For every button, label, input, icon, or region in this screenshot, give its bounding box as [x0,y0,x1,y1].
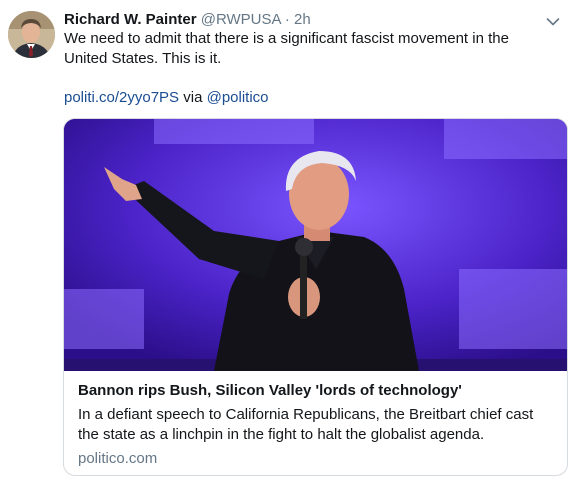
card-description: In a defiant speech to California Republ… [78,406,534,443]
card-domain: politico.com [78,450,158,467]
tweet-header: Richard W. Painter @RWPUSA · 2h [64,10,532,30]
separator-dot: · [284,11,290,28]
tweet-text: We need to admit that there is a signifi… [64,30,509,67]
short-link[interactable]: politi.co/2yyo7PS [64,89,179,106]
avatar[interactable] [8,11,55,58]
author-name[interactable]: Richard W. Painter [64,11,197,28]
link-preview-card[interactable]: Bannon rips Bush, Silicon Valley 'lords … [63,118,568,476]
timestamp[interactable]: 2h [294,11,311,28]
card-title[interactable]: Bannon rips Bush, Silicon Valley 'lords … [78,381,553,401]
card-image[interactable] [64,119,567,371]
author-handle[interactable]: @RWPUSA [201,11,281,28]
via-handle-link[interactable]: @politico [207,89,269,106]
chevron-down-icon[interactable] [546,14,560,26]
link-line: politi.co/2yyo7PS via @politico [64,88,269,108]
via-label: via [183,89,203,106]
